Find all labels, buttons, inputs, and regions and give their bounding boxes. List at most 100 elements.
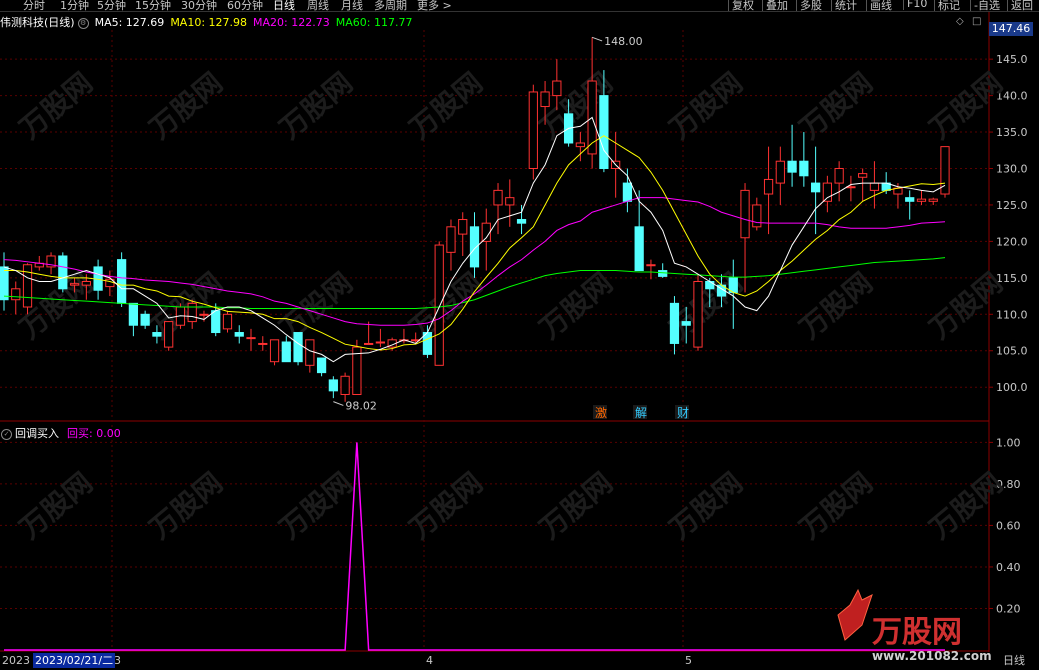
candle-body [152, 332, 162, 337]
tab-1min[interactable]: 1分钟 [60, 0, 89, 11]
candle-body [516, 219, 527, 224]
button-overlay[interactable]: 叠加 [762, 0, 788, 11]
candle-body [0, 266, 9, 301]
indicator-tick-label: 0.40 [996, 561, 1021, 574]
candle-body [528, 91, 538, 170]
tab-30min[interactable]: 30分钟 [181, 0, 217, 11]
watermark-text: 万股网 [13, 66, 99, 145]
candle-body [622, 182, 633, 202]
candle-body [810, 182, 821, 193]
watermark-text: 万股网 [143, 66, 229, 145]
price-tick-label: 130.0 [996, 163, 1028, 176]
candle-body [11, 288, 21, 301]
high-annotation: 148.00 [604, 35, 643, 48]
watermark-text: 万股网 [663, 66, 749, 145]
tab-15min[interactable]: 15分钟 [135, 0, 171, 11]
price-tick-label: 110.0 [996, 308, 1028, 321]
price-tick-label: 100.0 [996, 381, 1028, 394]
candle-body [869, 182, 880, 191]
tab-60min[interactable]: 60分钟 [227, 0, 263, 11]
brand-name: 万股网 [872, 615, 962, 650]
watermark-text: 万股网 [403, 466, 489, 545]
candle-body [540, 91, 550, 108]
indicator-name[interactable]: 回调买入 [15, 427, 59, 440]
button-draw-line[interactable]: 画线 [866, 0, 892, 11]
brand-url: www.201082.com [872, 649, 992, 663]
watermark-text: 万股网 [143, 466, 229, 545]
check-icon[interactable]: ✓ [1, 428, 12, 440]
indicator-tick-label: 1.00 [996, 436, 1021, 449]
button-watchlist[interactable]: -自选 [970, 0, 1000, 11]
tab-5min[interactable]: 5分钟 [97, 0, 126, 11]
event-tag: 解 [635, 406, 647, 420]
candle-body [928, 198, 938, 202]
candle-body [328, 379, 338, 392]
candle-body [258, 342, 268, 345]
ma20-label: MA20: 122.73 [253, 16, 330, 29]
candle-body [340, 375, 350, 395]
indicator-tick-label: 0.60 [996, 519, 1021, 532]
watermark-text: 万股网 [13, 466, 99, 545]
candle-body [634, 226, 644, 272]
watermark-logo: 万股网www.201082.com [837, 588, 992, 663]
candle-body [752, 204, 762, 228]
candle-body [705, 280, 715, 290]
candle-body [117, 259, 127, 304]
event-tag: 财 [677, 406, 689, 420]
tab-daily[interactable]: 日线 [273, 0, 295, 11]
tab-more[interactable]: 更多 > [417, 0, 452, 11]
candle-body [187, 302, 197, 323]
watermark-text: 万股网 [533, 466, 619, 545]
candle-body [658, 270, 668, 277]
current-price-label: 147.46 [989, 22, 1033, 36]
candle-body [316, 357, 327, 374]
low-annotation-arrow [333, 401, 344, 406]
candle-body [775, 160, 785, 184]
candle-body [858, 173, 868, 178]
kline-chart[interactable]: 100.0105.0110.0115.0120.0125.0130.0135.0… [0, 0, 1039, 670]
indicator-tick-label: 0.20 [996, 602, 1021, 615]
candle-body [305, 339, 315, 366]
candle-body [128, 302, 139, 326]
period-tab-bar: 分时 1分钟 5分钟 15分钟 30分钟 60分钟 日线 周线 月线 多周期 更… [0, 0, 1039, 12]
candle-body [481, 222, 491, 242]
candle-body [799, 160, 809, 177]
candle-body [905, 197, 915, 202]
period-label: 日线 [1003, 653, 1025, 667]
stock-title[interactable]: 伟测科技(日线) [0, 16, 75, 29]
button-mark[interactable]: 标记 [934, 0, 960, 11]
candle-body [646, 264, 656, 267]
candle-body [505, 197, 515, 206]
tab-fenshi[interactable]: 分时 [23, 0, 45, 11]
tab-monthly[interactable]: 月线 [341, 0, 363, 11]
button-statistics[interactable]: 统计 [831, 0, 857, 11]
expand-icon[interactable]: □ [972, 16, 981, 27]
candle-body [269, 339, 280, 363]
main-panel-info: 伟测科技(日线) ⚙ MA5: 127.69 MA10: 127.98 MA20: 12… [0, 14, 960, 30]
candle-body [281, 341, 291, 363]
candle-body [916, 198, 927, 202]
button-multi-stock[interactable]: 多股 [796, 0, 822, 11]
arrow-logo-icon [837, 588, 873, 641]
candle-body [293, 332, 303, 363]
month-label: 4 [426, 654, 433, 667]
cursor-date-label: 2023/02/21/二 [33, 653, 116, 668]
diamond-icon[interactable]: ◇ [956, 16, 964, 27]
watermark-text: 万股网 [793, 466, 879, 545]
candle-body [552, 80, 562, 97]
tab-multi-period[interactable]: 多周期 [374, 0, 407, 11]
price-tick-label: 145.0 [996, 53, 1028, 66]
candle-body [469, 226, 480, 268]
indicator-panel-info: ✓ 回调买入 回买: 0.00 [0, 425, 121, 440]
candle-body [140, 313, 150, 326]
button-fuquan[interactable]: 复权 [728, 0, 754, 11]
price-tick-label: 120.0 [996, 235, 1028, 248]
tab-weekly[interactable]: 周线 [307, 0, 329, 11]
button-back[interactable]: 返回 [1007, 0, 1033, 11]
signal-line [4, 442, 945, 651]
candle-body [375, 341, 386, 344]
settings-icon[interactable]: ⚙ [77, 17, 89, 29]
candle-body [681, 321, 691, 326]
button-f10[interactable]: F10 [903, 0, 927, 10]
candle-body [493, 189, 503, 206]
